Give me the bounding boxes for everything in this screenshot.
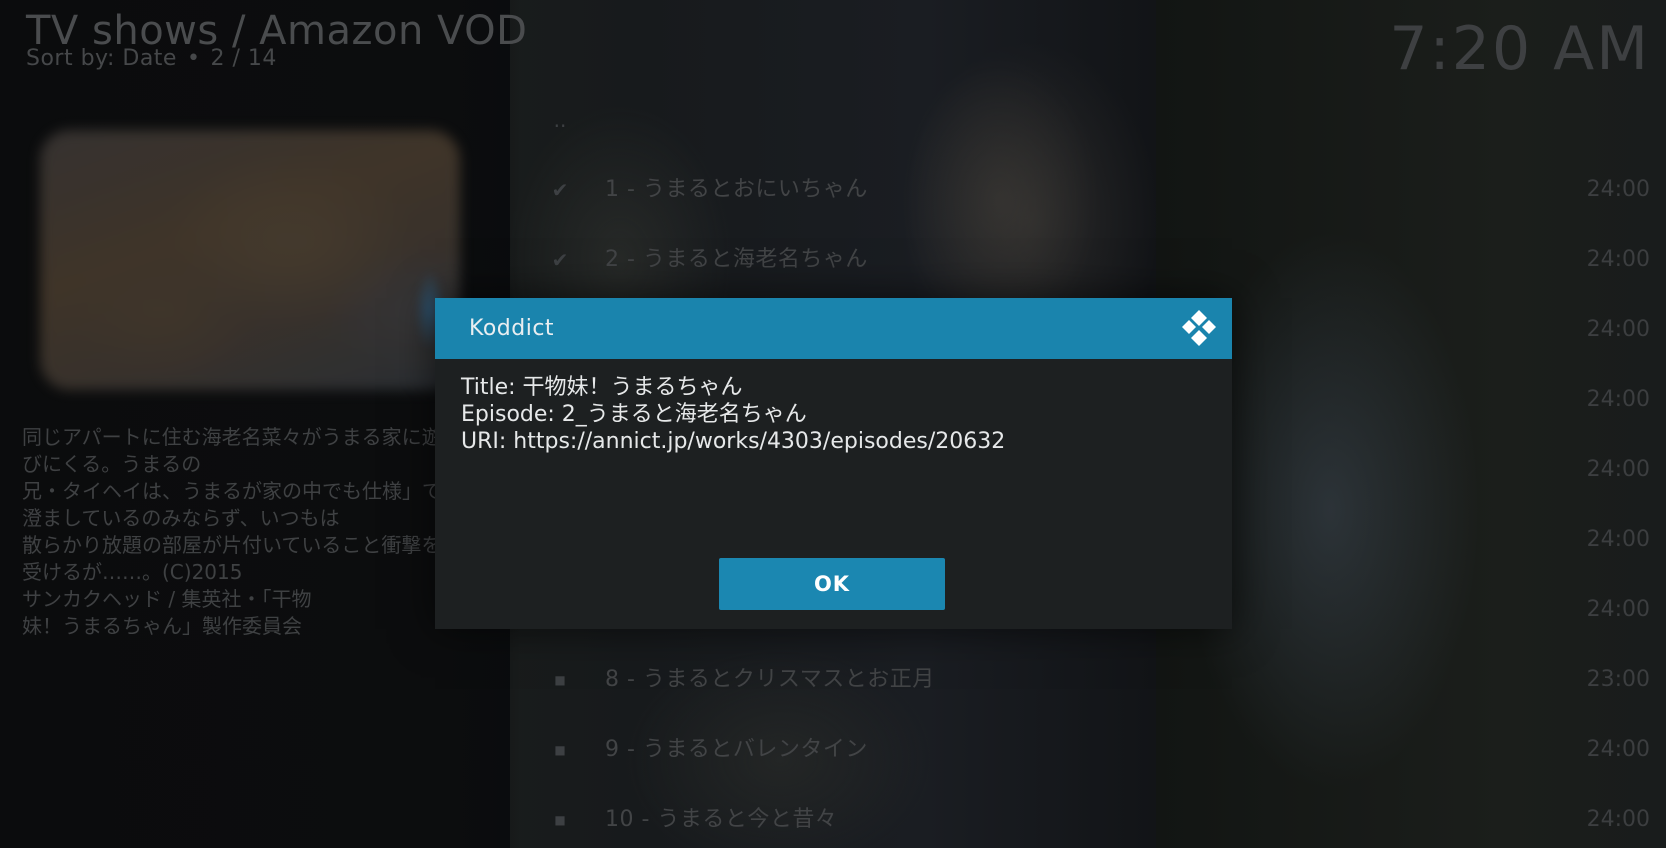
episode-duration: 23:00 xyxy=(1586,667,1650,692)
episode-duration: 24:00 xyxy=(1586,457,1650,482)
info-uri-line: URI: https://annict.jp/works/4303/episod… xyxy=(461,429,1006,454)
item-position: 2 / 14 xyxy=(210,46,277,71)
poster-image xyxy=(40,130,460,390)
square-icon: ■ xyxy=(554,673,566,687)
episode-title: 8 - うまるとクリスマスとお正月 xyxy=(605,667,935,692)
kodi-screen: TV shows / Amazon VOD Sort by: Date • 2 / … xyxy=(0,0,1666,848)
dialog-header: Koddict xyxy=(435,298,1232,359)
sort-label[interactable]: Sort by: Date xyxy=(26,46,177,71)
koddict-dialog: Koddict Title: 干物妹！うまるちゃん Episode: 2_うまる… xyxy=(435,298,1232,629)
list-item[interactable]: ■ 9 - うまるとバレンタイン 24:00 xyxy=(540,715,1650,785)
episode-title: 1 - うまるとおにいちゃん xyxy=(605,177,868,202)
square-icon: ■ xyxy=(554,743,566,757)
list-item[interactable]: ■ 10 - うまると今と昔々 24:00 xyxy=(540,785,1650,848)
episode-title: 10 - うまると今と昔々 xyxy=(605,807,838,832)
square-icon: ■ xyxy=(554,813,566,827)
checkmark-icon: ✔ xyxy=(551,178,569,202)
clock: 7:20 AM xyxy=(1389,14,1650,84)
ok-button[interactable]: OK xyxy=(719,558,945,610)
episode-duration: 24:00 xyxy=(1586,527,1650,552)
episode-duration: 24:00 xyxy=(1586,387,1650,412)
episode-duration: 24:00 xyxy=(1586,597,1650,622)
separator-dot: • xyxy=(186,46,201,71)
episode-duration: 24:00 xyxy=(1586,177,1650,202)
list-item[interactable]: ✔ 1 - うまるとおにいちゃん 24:00 xyxy=(540,155,1650,225)
parent-folder-icon: .. xyxy=(553,108,567,132)
list-item[interactable]: ✔ 2 - うまると海老名ちゃん 24:00 xyxy=(540,225,1650,295)
checkmark-icon: ✔ xyxy=(551,248,569,272)
info-title-line: Title: 干物妹！うまるちゃん xyxy=(461,375,743,400)
list-item[interactable]: ■ 8 - うまるとクリスマスとお正月 23:00 xyxy=(540,645,1650,715)
list-item-parent[interactable]: .. xyxy=(540,85,1650,155)
dialog-message: Title: 干物妹！うまるちゃん Episode: 2_うまると海老名ちゃん … xyxy=(461,374,1211,455)
episode-title: 2 - うまると海老名ちゃん xyxy=(605,247,868,272)
info-episode-line: Episode: 2_うまると海老名ちゃん xyxy=(461,402,807,427)
episode-duration: 24:00 xyxy=(1586,807,1650,832)
episode-duration: 24:00 xyxy=(1586,247,1650,272)
sort-info: Sort by: Date • 2 / 14 xyxy=(26,46,277,71)
dialog-title: Koddict xyxy=(469,316,555,341)
episode-duration: 24:00 xyxy=(1586,737,1650,762)
episode-duration: 24:00 xyxy=(1586,317,1650,342)
kodi-logo-icon xyxy=(1182,310,1216,346)
plot-text: 同じアパートに住む海老名菜々がうまる家に遊びにくる。うまるの 兄・タイヘイは、う… xyxy=(22,425,442,638)
episode-title: 9 - うまるとバレンタイン xyxy=(605,737,868,762)
